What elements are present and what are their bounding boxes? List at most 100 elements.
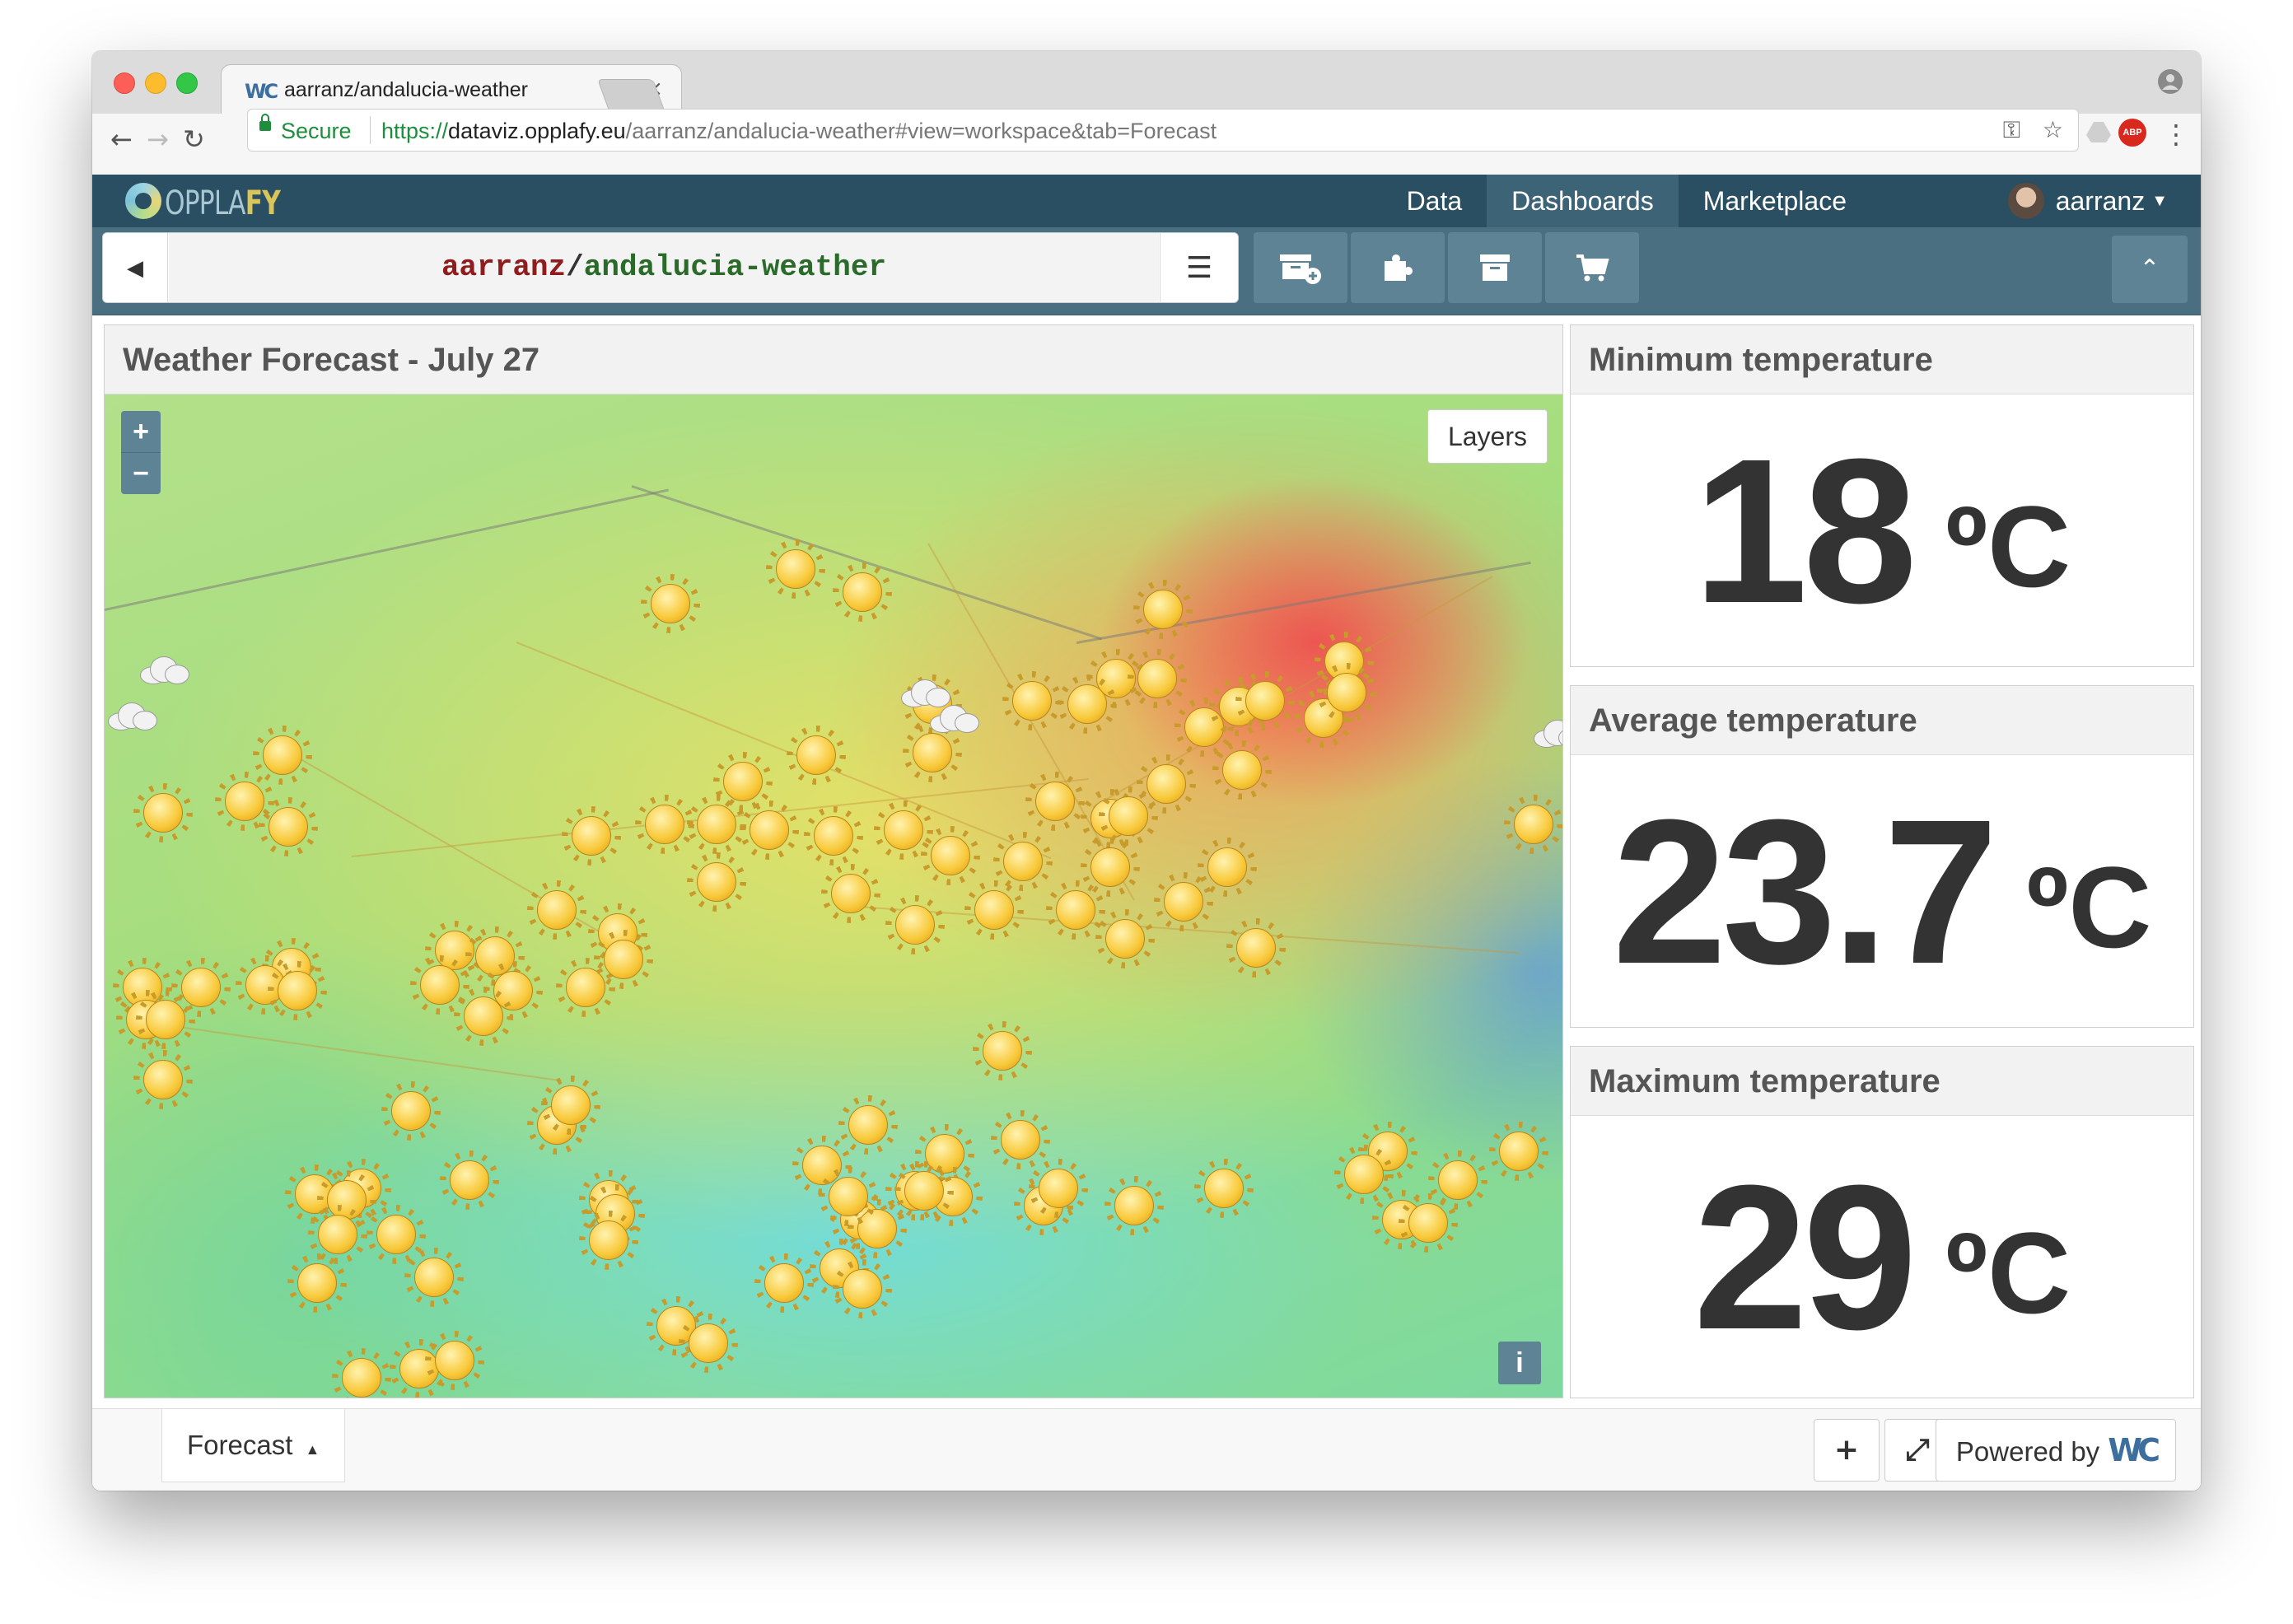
sunny-weather-marker-icon[interactable]: [899, 1166, 949, 1216]
sunny-weather-marker-icon[interactable]: [838, 567, 887, 617]
sunny-weather-marker-icon[interactable]: [1086, 842, 1135, 892]
layers-button[interactable]: Layers: [1427, 409, 1548, 464]
sunny-weather-marker-icon[interactable]: [1403, 1198, 1453, 1248]
weather-map[interactable]: + − Layers i: [105, 394, 1562, 1398]
info-button[interactable]: i: [1498, 1342, 1541, 1384]
sunny-weather-marker-icon[interactable]: [445, 1155, 494, 1205]
sunny-weather-marker-icon[interactable]: [1231, 923, 1281, 973]
archive-button[interactable]: [1448, 232, 1542, 303]
bookmark-star-icon[interactable]: ☆: [2043, 116, 2063, 143]
sunny-weather-marker-icon[interactable]: [1203, 842, 1252, 892]
sunny-weather-marker-icon[interactable]: [546, 1080, 595, 1130]
sunny-weather-marker-icon[interactable]: [771, 544, 820, 594]
cloudy-weather-marker-icon[interactable]: [137, 656, 189, 684]
new-workspace-button[interactable]: [1254, 232, 1347, 303]
sunny-weather-marker-icon[interactable]: [1104, 791, 1153, 841]
sunny-weather-marker-icon[interactable]: [1007, 676, 1057, 726]
sunny-weather-marker-icon[interactable]: [1109, 1181, 1159, 1230]
tab-forecast[interactable]: Forecast ▲: [161, 1409, 346, 1482]
sunny-weather-marker-icon[interactable]: [532, 885, 581, 935]
cloudy-weather-marker-icon[interactable]: [1530, 720, 1562, 748]
sunny-weather-marker-icon[interactable]: [692, 800, 741, 849]
new-tab-button[interactable]: [597, 79, 665, 110]
minimize-window-button[interactable]: [145, 72, 166, 94]
collapse-up-icon[interactable]: ⌃: [2112, 236, 2188, 303]
close-window-button[interactable]: [114, 72, 135, 94]
address-bar[interactable]: Secure https://dataviz.opplafy.eu/aarran…: [247, 109, 2079, 152]
maximize-window-button[interactable]: [176, 72, 198, 94]
nav-data[interactable]: Data: [1382, 175, 1487, 227]
sunny-weather-marker-icon[interactable]: [879, 805, 928, 855]
sunny-weather-marker-icon[interactable]: [890, 900, 940, 950]
sunny-weather-marker-icon[interactable]: [996, 1115, 1045, 1164]
drive-extension-icon[interactable]: [2085, 120, 2112, 143]
sunny-weather-marker-icon[interactable]: [826, 869, 876, 918]
sunny-weather-marker-icon[interactable]: [838, 1264, 887, 1314]
sunny-weather-marker-icon[interactable]: [684, 1318, 733, 1368]
marketplace-button[interactable]: [1545, 232, 1639, 303]
back-arrow-icon[interactable]: ←: [110, 124, 133, 155]
sunny-weather-marker-icon[interactable]: [138, 788, 188, 838]
sunny-weather-marker-icon[interactable]: [646, 579, 695, 628]
workspace-title[interactable]: aarranz/andalucia-weather: [169, 233, 1159, 302]
sunny-weather-marker-icon[interactable]: [969, 885, 1019, 935]
sunny-weather-marker-icon[interactable]: [809, 811, 858, 861]
sunny-weather-marker-icon[interactable]: [220, 777, 269, 826]
back-button[interactable]: ◀: [103, 233, 168, 302]
browser-profile-icon[interactable]: [2156, 68, 2184, 96]
zoom-in-button[interactable]: +: [121, 411, 161, 453]
sunny-weather-marker-icon[interactable]: [1199, 1164, 1249, 1213]
key-icon[interactable]: ⚿: [2003, 116, 2020, 144]
nav-dashboards[interactable]: Dashboards: [1487, 175, 1679, 227]
url-text[interactable]: https://dataviz.opplafy.eu/aarranz/andal…: [381, 119, 1217, 144]
sunny-weather-marker-icon[interactable]: [745, 805, 794, 855]
workspace-menu-button[interactable]: ☰: [1160, 233, 1238, 302]
sunny-weather-marker-icon[interactable]: [1030, 777, 1080, 826]
sunny-weather-marker-icon[interactable]: [1240, 676, 1290, 726]
cloudy-weather-marker-icon[interactable]: [105, 702, 157, 730]
sunny-weather-marker-icon[interactable]: [908, 728, 957, 777]
sunny-weather-marker-icon[interactable]: [1217, 745, 1267, 795]
reload-icon[interactable]: ↻: [183, 124, 205, 155]
sunny-weather-marker-icon[interactable]: [759, 1258, 809, 1308]
sunny-weather-marker-icon[interactable]: [258, 730, 307, 780]
sunny-weather-marker-icon[interactable]: [824, 1172, 873, 1221]
user-menu[interactable]: aarranz ▼: [2007, 183, 2168, 219]
sunny-weather-marker-icon[interactable]: [599, 935, 648, 984]
sunny-weather-marker-icon[interactable]: [792, 730, 841, 780]
sunny-weather-marker-icon[interactable]: [692, 857, 741, 907]
sunny-weather-marker-icon[interactable]: [926, 831, 975, 880]
sunny-weather-marker-icon[interactable]: [1159, 877, 1208, 926]
sunny-weather-marker-icon[interactable]: [138, 1055, 188, 1104]
sunny-weather-marker-icon[interactable]: [1138, 585, 1188, 634]
nav-marketplace[interactable]: Marketplace: [1679, 175, 1871, 227]
sunny-weather-marker-icon[interactable]: [141, 995, 190, 1044]
sunny-weather-marker-icon[interactable]: [1494, 1127, 1543, 1176]
sunny-weather-marker-icon[interactable]: [337, 1353, 386, 1398]
sunny-weather-marker-icon[interactable]: [567, 811, 616, 861]
browser-menu-icon[interactable]: ⋮: [2163, 119, 2189, 150]
sunny-weather-marker-icon[interactable]: [409, 1253, 459, 1302]
powered-by-wirecloud[interactable]: Powered by WC: [1935, 1419, 2176, 1482]
sunny-weather-marker-icon[interactable]: [1100, 914, 1150, 964]
sunny-weather-marker-icon[interactable]: [292, 1258, 342, 1308]
sunny-weather-marker-icon[interactable]: [313, 1210, 362, 1259]
sunny-weather-marker-icon[interactable]: [386, 1086, 436, 1136]
sunny-weather-marker-icon[interactable]: [843, 1100, 893, 1150]
cloudy-weather-marker-icon[interactable]: [898, 679, 950, 707]
sunny-weather-marker-icon[interactable]: [1339, 1150, 1389, 1199]
sunny-weather-marker-icon[interactable]: [1509, 800, 1558, 849]
add-tab-button[interactable]: +: [1814, 1419, 1880, 1482]
adblock-extension-icon[interactable]: ABP: [2118, 119, 2146, 147]
cloudy-weather-marker-icon[interactable]: [927, 705, 979, 733]
sunny-weather-marker-icon[interactable]: [371, 1210, 421, 1259]
sunny-weather-marker-icon[interactable]: [998, 837, 1048, 886]
sunny-weather-marker-icon[interactable]: [1034, 1164, 1083, 1213]
forward-arrow-icon[interactable]: →: [147, 124, 169, 155]
sunny-weather-marker-icon[interactable]: [1062, 679, 1112, 729]
add-widget-button[interactable]: [1351, 232, 1445, 303]
sunny-weather-marker-icon[interactable]: [978, 1026, 1027, 1076]
sunny-weather-marker-icon[interactable]: [584, 1216, 633, 1265]
sunny-weather-marker-icon[interactable]: [459, 992, 508, 1041]
sunny-weather-marker-icon[interactable]: [1322, 668, 1371, 717]
